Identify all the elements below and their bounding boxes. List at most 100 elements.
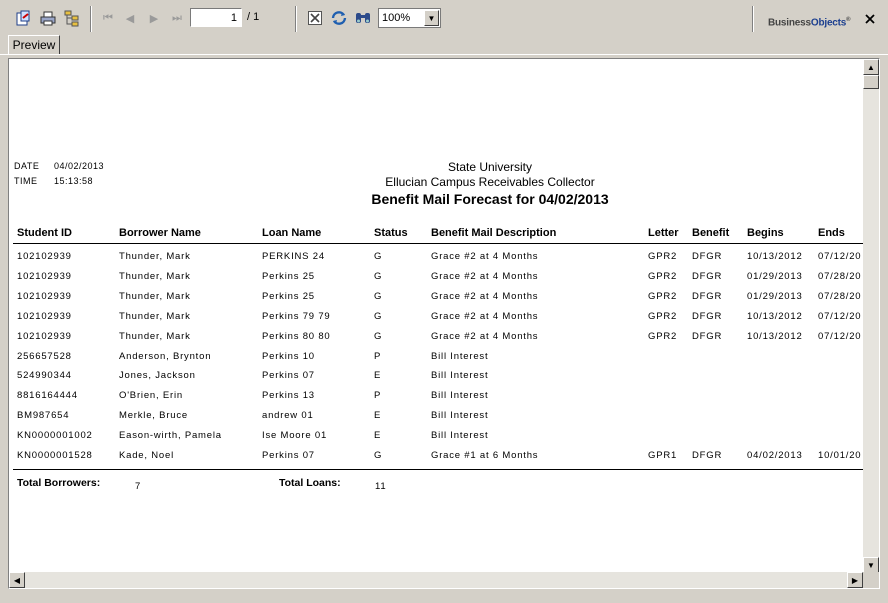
col-benefit-mail-description-cell: Grace #1 at 6 Months	[431, 450, 539, 461]
col-borrower-name-cell: Thunder, Mark	[119, 251, 191, 262]
col-letter-cell: GPR2	[648, 251, 678, 262]
scroll-down-icon[interactable]: ▼	[863, 557, 879, 573]
col-loan-name-cell: Perkins 07	[262, 450, 315, 461]
total-borrowers-label: Total Borrowers:	[17, 477, 101, 489]
col-benefit-mail-description-cell: Bill Interest	[431, 390, 489, 402]
col-loan-name-cell: Ise Moore 01	[262, 430, 328, 442]
col-benefit-cell: DFGR	[692, 330, 723, 342]
col-loan-name-cell: Perkins 79 79	[262, 310, 331, 322]
col-begins-cell: 10/13/2012	[747, 310, 803, 322]
col-benefit-mail-description-cell: Grace #2 at 4 Months	[431, 290, 539, 302]
col-borrower-name-cell: Thunder, Mark	[119, 330, 191, 342]
tab-preview[interactable]: Preview	[8, 35, 60, 55]
col-ends-cell: 07/28/20	[818, 290, 862, 302]
col-borrower-name-header: Borrower Name	[119, 227, 201, 239]
total-loans-label: Total Loans:	[279, 477, 341, 489]
col-loan-name-cell: Perkins 25	[262, 290, 315, 302]
col-letter-cell: GPR2	[648, 270, 678, 282]
col-borrower-name-cell: Eason-wirth, Pamela	[119, 430, 222, 442]
col-benefit-header: Benefit	[692, 227, 730, 239]
toolbar-separator	[90, 6, 92, 32]
col-benefit-mail-description-cell: Grace #2 at 4 Months	[431, 270, 539, 282]
col-borrower-name-cell: Anderson, Brynton	[119, 350, 212, 362]
col-begins-cell: 04/02/2013	[747, 450, 803, 461]
total-borrowers-value: 7	[135, 481, 142, 492]
col-student-id-cell: 102102939	[17, 270, 72, 282]
col-ends-cell: 10/01/20	[818, 450, 862, 461]
col-begins-cell: 10/13/2012	[747, 330, 803, 342]
previous-page-icon[interactable]: ◀	[120, 8, 140, 28]
col-benefit-mail-description-cell: Grace #2 at 4 Months	[431, 310, 539, 322]
col-student-id-cell: KN0000001528	[17, 450, 93, 461]
col-begins-cell: 01/29/2013	[747, 290, 803, 302]
col-letter-cell: GPR1	[648, 450, 678, 461]
col-begins-cell: 10/13/2012	[747, 251, 803, 262]
system-name: Ellucian Campus Receivables Collector	[385, 175, 595, 189]
group-tree-icon[interactable]	[62, 8, 82, 28]
report-viewer: DATE 04/02/2013 TIME 15:13:58 State Univ…	[8, 58, 880, 589]
horizontal-scrollbar[interactable]: ◀ ▶	[9, 572, 863, 588]
footer-rule	[13, 469, 867, 470]
col-ends-cell: 07/12/20	[818, 251, 862, 262]
col-student-id-cell: 102102939	[17, 251, 72, 262]
col-loan-name-cell: Perkins 10	[262, 350, 315, 362]
col-loan-name-cell: andrew 01	[262, 410, 314, 422]
col-status-cell: G	[374, 251, 383, 262]
header-rule	[13, 243, 867, 244]
col-student-id-cell: KN0000001002	[17, 430, 93, 442]
scrollbar-corner	[863, 572, 879, 588]
col-benefit-mail-description-cell: Bill Interest	[431, 410, 489, 422]
col-status-cell: G	[374, 450, 383, 461]
col-benefit-mail-description-cell: Grace #2 at 4 Months	[431, 330, 539, 342]
print-icon[interactable]	[38, 8, 58, 28]
col-letter-header: Letter	[648, 227, 679, 239]
col-benefit-mail-description-cell: Bill Interest	[431, 370, 489, 382]
col-loan-name-cell: Perkins 07	[262, 370, 315, 382]
institution-name: State University	[447, 160, 533, 174]
col-benefit-cell: DFGR	[692, 251, 723, 262]
close-icon[interactable]	[863, 12, 877, 26]
col-student-id-cell: BM987654	[17, 410, 70, 422]
close-current-view-icon[interactable]	[305, 8, 325, 28]
first-page-icon[interactable]: ⏮	[98, 8, 118, 28]
col-letter-cell: GPR2	[648, 330, 678, 342]
col-student-id-cell: 102102939	[17, 310, 72, 322]
col-student-id-header: Student ID	[17, 227, 72, 239]
col-status-header: Status	[374, 227, 408, 239]
col-status-cell: P	[374, 390, 382, 402]
export-icon[interactable]	[13, 8, 33, 28]
col-student-id-cell: 102102939	[17, 290, 72, 302]
col-letter-cell: GPR2	[648, 310, 678, 322]
col-status-cell: G	[374, 270, 383, 282]
col-status-cell: E	[374, 410, 382, 422]
col-benefit-mail-description-cell: Grace #2 at 4 Months	[431, 251, 539, 262]
businessobjects-logo: BusinessObjects®	[768, 17, 851, 29]
col-benefit-cell: DFGR	[692, 290, 723, 302]
col-benefit-cell: DFGR	[692, 450, 723, 461]
col-borrower-name-cell: Thunder, Mark	[119, 270, 191, 282]
col-status-cell: E	[374, 370, 382, 382]
report-title: Benefit Mail Forecast for 04/02/2013	[371, 191, 609, 207]
col-loan-name-cell: PERKINS 24	[262, 251, 325, 262]
scroll-up-icon[interactable]: ▲	[863, 59, 879, 75]
logo-text-b: Objects	[810, 17, 847, 29]
col-loan-name-cell: Perkins 25	[262, 270, 315, 282]
next-page-icon[interactable]: ▶	[144, 8, 164, 28]
scroll-right-icon[interactable]: ▶	[847, 572, 863, 588]
col-loan-name-cell: Perkins 80 80	[262, 330, 331, 342]
chevron-down-icon[interactable]: ▼	[424, 10, 439, 26]
last-page-icon[interactable]: ⏭	[167, 8, 187, 28]
col-ends-cell: 07/28/20	[818, 270, 862, 282]
vertical-scroll-thumb[interactable]	[863, 75, 879, 89]
col-status-cell: G	[374, 290, 383, 302]
refresh-icon[interactable]	[329, 8, 349, 28]
toolbar: ⏮ ◀ ▶ ⏭ / 1 100% ▼ BusinessObjects®	[0, 0, 888, 36]
col-benefit-mail-description-cell: Bill Interest	[431, 350, 489, 362]
col-student-id-cell: 256657528	[17, 350, 72, 362]
zoom-value: 100%	[382, 12, 411, 24]
page-number-input[interactable]	[190, 8, 242, 27]
search-binoculars-icon[interactable]	[353, 8, 373, 28]
vertical-scrollbar[interactable]: ▲ ▼	[863, 59, 879, 573]
zoom-select[interactable]: 100% ▼	[378, 8, 441, 28]
scroll-left-icon[interactable]: ◀	[9, 572, 25, 588]
